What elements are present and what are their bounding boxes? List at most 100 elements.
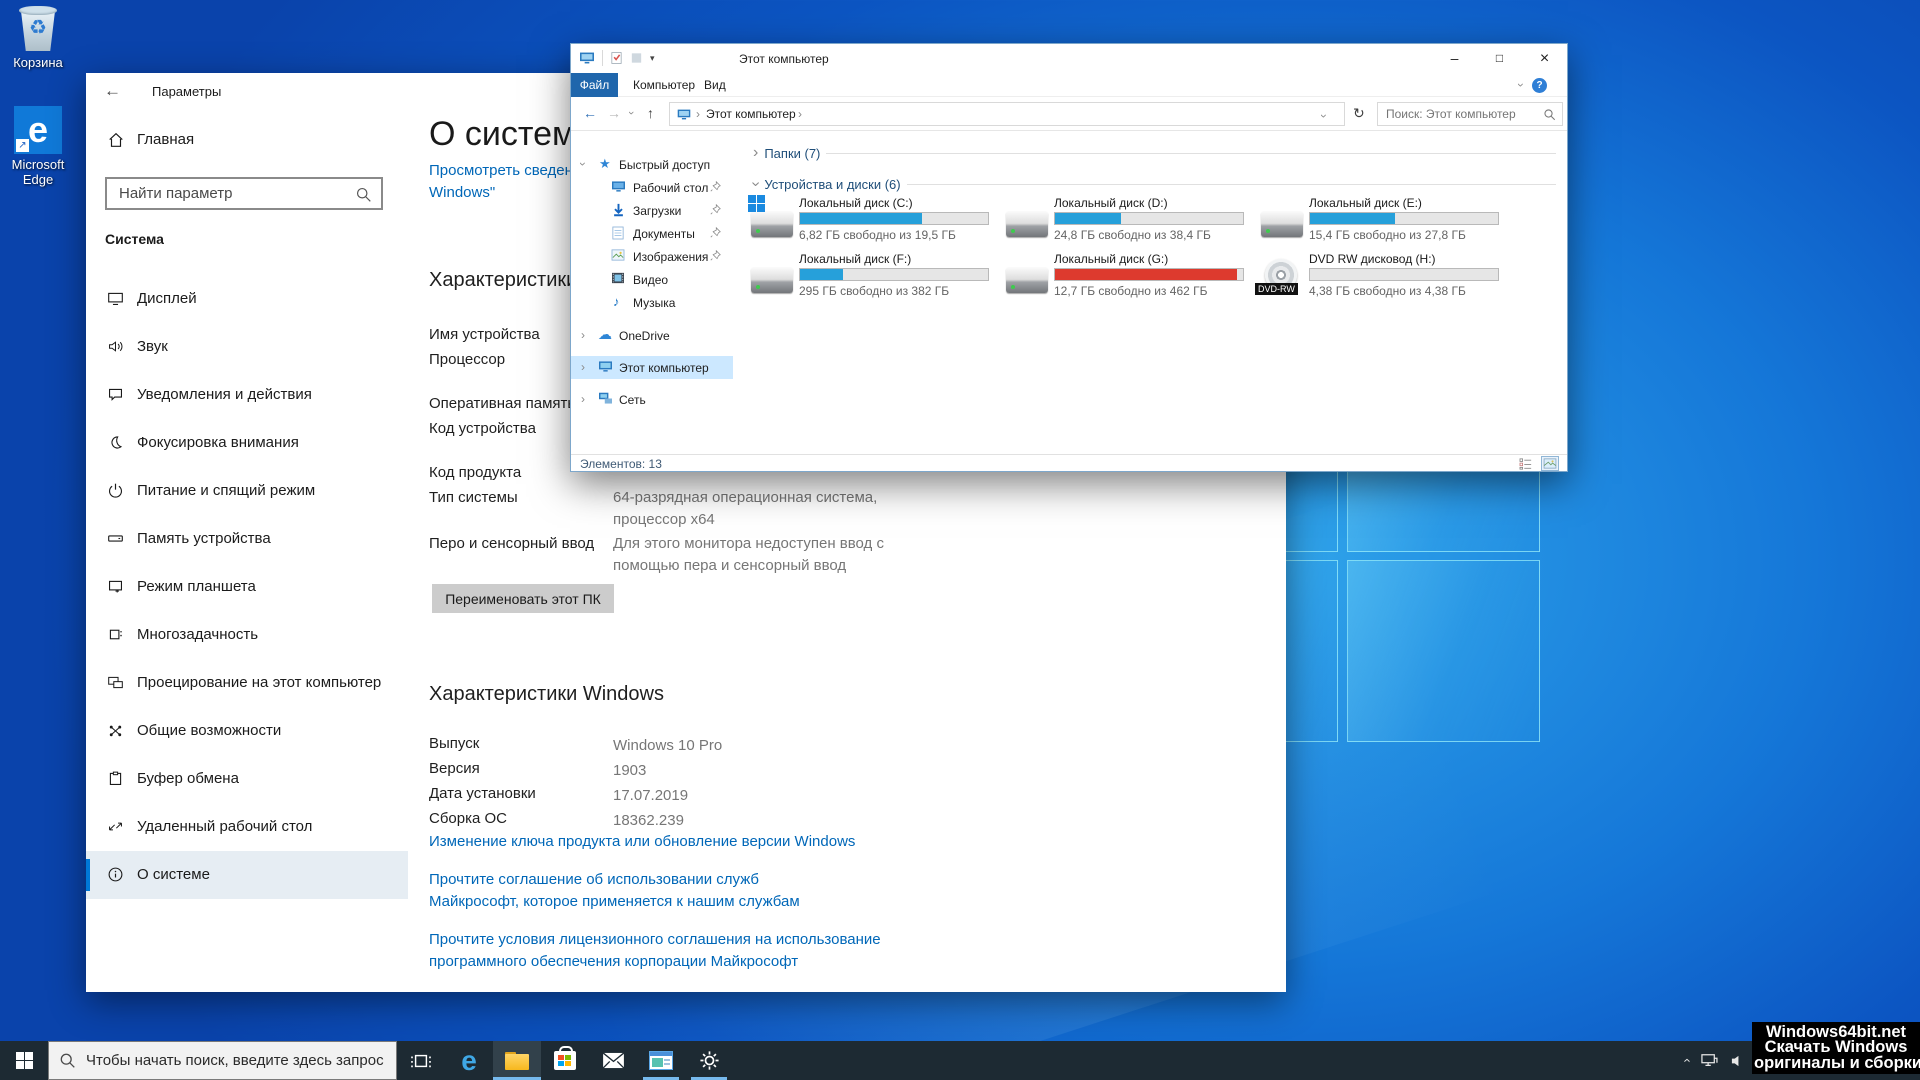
sidebar-item-multitasking[interactable]: Многозадачность xyxy=(86,611,408,659)
recent-locations-icon[interactable]: › xyxy=(625,111,637,115)
watermark-line: оригиналы и сборки xyxy=(1754,1056,1918,1072)
spec-label: Процессор xyxy=(429,351,505,368)
windows-spec-section-title: Характеристики Windows xyxy=(429,683,664,706)
gear-icon xyxy=(699,1050,720,1071)
tree-item-pictures[interactable]: Изображения xyxy=(571,245,733,268)
license-terms-link[interactable]: Прочтите условия лицензионного соглашени… xyxy=(429,929,889,973)
sidebar-item-home[interactable]: Главная xyxy=(107,129,407,151)
drive-tile-d[interactable]: Локальный диск (D:) 24,8 ГБ свободно из … xyxy=(1004,195,1252,245)
notification-icon xyxy=(107,386,124,403)
expand-ribbon-icon[interactable]: › xyxy=(1514,83,1528,87)
pin-icon xyxy=(710,227,721,238)
taskbar: Чтобы начать поиск, введите здесь запрос… xyxy=(0,1041,1920,1080)
sidebar-item-shared-experiences[interactable]: Общие возможности xyxy=(86,707,408,755)
taskbar-search-placeholder: Чтобы начать поиск, введите здесь запрос xyxy=(86,1052,384,1069)
sidebar-item-storage[interactable]: Память устройства xyxy=(86,515,408,563)
search-box[interactable]: Поиск: Этот компьютер xyxy=(1377,102,1563,126)
settings-search-placeholder: Найти параметр xyxy=(119,185,233,202)
recycle-symbol-icon: ♻ xyxy=(18,18,58,38)
tree-item-desktop[interactable]: Рабочий стол xyxy=(571,176,733,199)
drive-tile-e[interactable]: Локальный диск (E:) 15,4 ГБ свободно из … xyxy=(1259,195,1507,245)
explorer-titlebar[interactable]: ▾ Этот компьютер – □ × xyxy=(571,44,1567,73)
taskbar-search-input[interactable]: Чтобы начать поиск, введите здесь запрос xyxy=(48,1041,397,1080)
network-icon[interactable] xyxy=(1700,1053,1718,1068)
windows-start-icon xyxy=(16,1052,33,1069)
speaker-icon xyxy=(107,338,124,355)
sidebar-section-title: Система xyxy=(105,231,164,247)
speaker-icon[interactable] xyxy=(1730,1054,1745,1068)
new-folder-icon[interactable] xyxy=(630,51,643,65)
tray-expand-icon[interactable]: › xyxy=(1678,1058,1693,1062)
tree-item-downloads[interactable]: Загрузки xyxy=(571,199,733,222)
start-button[interactable] xyxy=(0,1041,48,1080)
thumbnail-view-button[interactable] xyxy=(1541,456,1559,471)
drive-tile-c[interactable]: Локальный диск (C:) 6,82 ГБ свободно из … xyxy=(749,195,997,245)
sidebar-item-power-sleep[interactable]: Питание и спящий режим xyxy=(86,467,408,515)
address-dropdown-icon[interactable]: › xyxy=(1317,114,1331,118)
sidebar-item-display[interactable]: Дисплей xyxy=(86,275,408,323)
up-button[interactable]: ↑ xyxy=(647,105,654,121)
taskbar-mail-button[interactable] xyxy=(589,1041,637,1080)
dvd-badge: DVD-RW xyxy=(1255,283,1298,295)
maximize-button[interactable]: □ xyxy=(1477,44,1522,73)
tab-file[interactable]: Файл xyxy=(571,73,618,97)
tree-item-documents[interactable]: Документы xyxy=(571,222,733,245)
refresh-icon[interactable]: ↻ xyxy=(1353,105,1365,122)
change-product-key-link[interactable]: Изменение ключа продукта или обновление … xyxy=(429,831,899,853)
settings-search-input[interactable]: Найти параметр xyxy=(105,177,383,210)
group-folders[interactable]: › Папки (7) xyxy=(753,144,1556,162)
app-window-icon xyxy=(649,1051,673,1070)
sidebar-item-clipboard[interactable]: Буфер обмена xyxy=(86,755,408,803)
qat-dropdown-icon[interactable]: ▾ xyxy=(650,53,655,64)
taskbar-app-window-button[interactable] xyxy=(637,1041,685,1080)
drive-tile-h[interactable]: DVD-RW DVD RW дисковод (H:) 4,38 ГБ своб… xyxy=(1259,251,1507,301)
sidebar-item-sound[interactable]: Звук xyxy=(86,323,408,371)
taskbar-explorer-button[interactable] xyxy=(493,1041,541,1080)
tree-item-videos[interactable]: Видео xyxy=(571,268,733,291)
group-devices-drives[interactable]: › Устройства и диски (6) xyxy=(753,175,1556,193)
tab-computer[interactable]: Компьютер xyxy=(633,73,695,97)
recycle-bin-icon: ♻ xyxy=(18,6,58,52)
security-link-fragment[interactable]: Просмотреть сведени xyxy=(429,162,581,179)
tree-item-network[interactable]: › Сеть xyxy=(571,388,733,411)
sidebar-item-projecting[interactable]: Проецирование на этот компьютер xyxy=(86,659,408,707)
dvd-drive-icon: DVD-RW xyxy=(1261,259,1303,293)
tree-item-quick-access[interactable]: › ★ Быстрый доступ xyxy=(571,153,733,176)
help-icon[interactable]: ? xyxy=(1532,78,1547,93)
minimize-button[interactable]: – xyxy=(1432,44,1477,73)
taskbar-settings-button[interactable] xyxy=(685,1041,733,1080)
drive-tile-g[interactable]: Локальный диск (G:) 12,7 ГБ свободно из … xyxy=(1004,251,1252,301)
remote-desktop-icon xyxy=(107,818,124,835)
services-agreement-link[interactable]: Прочтите соглашение об использовании слу… xyxy=(429,869,849,913)
sidebar-item-focus-assist[interactable]: Фокусировка внимания xyxy=(86,419,408,467)
tree-item-onedrive[interactable]: › ☁ OneDrive xyxy=(571,324,733,347)
task-view-button[interactable] xyxy=(397,1041,445,1080)
close-button[interactable]: × xyxy=(1522,44,1567,73)
security-link-fragment[interactable]: Windows" xyxy=(429,184,495,201)
properties-icon[interactable] xyxy=(610,51,623,65)
back-arrow-icon[interactable]: ← xyxy=(104,81,121,101)
spec-label: Оперативная память xyxy=(429,395,575,412)
thumbnail-view-icon xyxy=(1543,458,1557,469)
rename-pc-button[interactable]: Переименовать этот ПК xyxy=(432,584,614,613)
tree-item-music[interactable]: ♪ Музыка xyxy=(571,291,733,314)
sidebar-item-tablet-mode[interactable]: Режим планшета xyxy=(86,563,408,611)
sidebar-item-notifications[interactable]: Уведомления и действия xyxy=(86,371,408,419)
drive-tile-f[interactable]: Локальный диск (F:) 295 ГБ свободно из 3… xyxy=(749,251,997,301)
desktop: ♻ Корзина e ↗ Microsoft Edge ← Параметры… xyxy=(0,0,1920,1080)
sidebar-item-about[interactable]: О системе xyxy=(86,851,408,899)
desktop-icon-recycle-bin[interactable]: ♻ Корзина xyxy=(0,6,76,70)
search-icon xyxy=(59,1052,76,1069)
forward-button[interactable]: → xyxy=(607,105,621,121)
file-explorer-icon xyxy=(505,1052,529,1070)
tab-view[interactable]: Вид xyxy=(704,73,726,97)
breadcrumb[interactable]: Этот компьютер xyxy=(706,107,796,121)
taskbar-edge-button[interactable]: e xyxy=(445,1041,493,1080)
taskbar-store-button[interactable] xyxy=(541,1041,589,1080)
address-bar[interactable]: › Этот компьютер › › xyxy=(669,102,1345,126)
back-button[interactable]: ← xyxy=(583,105,597,121)
tree-item-this-pc[interactable]: › Этот компьютер xyxy=(571,356,733,379)
details-view-button[interactable] xyxy=(1517,456,1535,471)
desktop-icon-edge[interactable]: e ↗ Microsoft Edge xyxy=(0,106,76,187)
sidebar-item-remote-desktop[interactable]: Удаленный рабочий стол xyxy=(86,803,408,851)
